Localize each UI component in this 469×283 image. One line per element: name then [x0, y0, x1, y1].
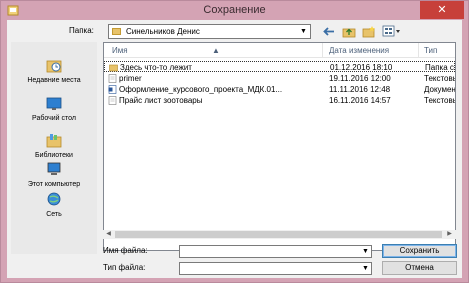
scroll-thumb[interactable]	[115, 231, 442, 238]
filename-label: Имя файла:	[103, 246, 148, 255]
text-file-icon	[108, 74, 117, 83]
file-type: Текстовы	[424, 96, 456, 105]
place-label: Недавние места	[27, 77, 81, 84]
place-label: Этот компьютер	[27, 181, 81, 188]
file-name: Оформление_курсового_проекта_МДК.01...	[119, 85, 283, 94]
window-title: Сохранение	[203, 4, 266, 16]
file-date: 11.11.2016 12:48	[329, 85, 391, 94]
cancel-button[interactable]: Отмена	[382, 261, 457, 275]
title-bar[interactable]: Сохранение ✕	[1, 1, 468, 20]
file-row[interactable]: Прайс лист зоотовары 16.11.2016 14:57 Те…	[104, 95, 455, 106]
place-label: Рабочий стол	[32, 115, 76, 122]
column-type[interactable]: Тип	[424, 46, 437, 55]
file-type: Документ	[424, 85, 456, 94]
recent-places-icon	[46, 60, 62, 73]
folder-icon	[112, 28, 121, 35]
scroll-right-icon[interactable]: ▶	[445, 230, 454, 239]
file-row[interactable]: Здесь что-то лежит 01.12.2016 18:10 Папк…	[104, 61, 455, 72]
file-name: Прайс лист зоотовары	[119, 96, 203, 105]
computer-icon	[47, 162, 61, 175]
column-divider[interactable]	[418, 43, 419, 58]
file-type: Текстовы	[424, 74, 456, 83]
chevron-down-icon: ▼	[300, 28, 307, 35]
lookin-value: Синельников Денис	[126, 27, 200, 36]
text-file-icon	[108, 96, 117, 105]
up-folder-icon[interactable]	[342, 25, 356, 38]
desktop-icon	[46, 97, 62, 110]
dialog-body: Папка: Синельников Денис ▼ Недавние мест…	[7, 20, 462, 278]
scroll-left-icon[interactable]: ◀	[104, 230, 113, 239]
file-row[interactable]: primer 19.11.2016 12:00 Текстовы	[104, 73, 455, 84]
close-button[interactable]: ✕	[420, 1, 464, 19]
chevron-down-icon[interactable]: ▼	[361, 247, 370, 256]
word-document-icon	[108, 85, 117, 94]
place-label: Сеть	[46, 211, 62, 218]
file-row[interactable]: Оформление_курсового_проекта_МДК.01... 1…	[104, 84, 455, 95]
file-date: 01.12.2016 18:10	[330, 63, 393, 72]
filename-input[interactable]: ▼	[179, 245, 372, 258]
file-date: 19.11.2016 12:00	[329, 74, 391, 83]
file-list[interactable]: ▲ Имя Дата изменения Тип Здесь что-то ле…	[103, 42, 456, 251]
filetype-label: Тип файла:	[103, 263, 146, 272]
file-name: primer	[119, 74, 142, 83]
column-date[interactable]: Дата изменения	[329, 46, 389, 55]
column-name[interactable]: Имя	[112, 46, 128, 55]
file-name: Здесь что-то лежит	[120, 63, 192, 72]
new-folder-icon[interactable]	[362, 25, 376, 38]
file-type: Папка с ф	[425, 63, 455, 72]
network-icon	[47, 192, 61, 206]
column-divider[interactable]	[322, 43, 323, 58]
column-headers: ▲ Имя Дата изменения Тип	[104, 43, 455, 58]
file-date: 16.11.2016 14:57	[329, 96, 391, 105]
filetype-dropdown[interactable]: ▼	[179, 262, 372, 275]
chevron-down-icon[interactable]: ▼	[361, 264, 370, 273]
sort-ascending-icon: ▲	[212, 46, 220, 55]
save-button[interactable]: Сохранить	[382, 244, 457, 258]
back-arrow-icon[interactable]	[322, 25, 336, 38]
place-label: Библиотеки	[35, 152, 73, 159]
lookin-label: Папка:	[69, 26, 94, 35]
folder-icon	[109, 64, 118, 72]
close-icon: ✕	[437, 4, 447, 16]
horizontal-scrollbar[interactable]: ◀ ▶	[103, 230, 456, 239]
lookin-dropdown[interactable]: Синельников Денис ▼	[108, 24, 311, 39]
save-dialog: Сохранение ✕ Папка: Синельников Денис ▼	[0, 0, 469, 283]
libraries-icon	[46, 134, 62, 148]
places-bar: Недавние места Рабочий стол Библиотеки Э…	[11, 42, 97, 254]
view-menu-icon[interactable]	[382, 25, 402, 38]
